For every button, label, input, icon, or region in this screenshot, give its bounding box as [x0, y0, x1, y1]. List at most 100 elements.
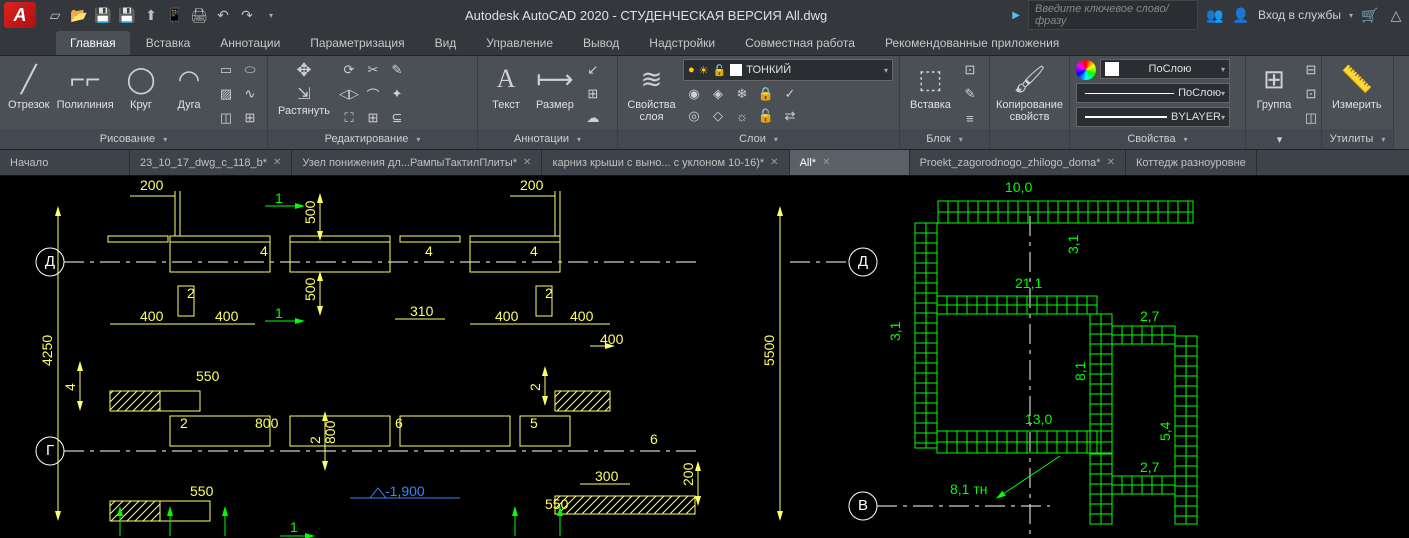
new-icon[interactable]: ▱: [46, 6, 64, 24]
tab-manage[interactable]: Управление: [472, 31, 567, 55]
close-icon[interactable]: ✕: [523, 157, 531, 168]
info-arrow-icon[interactable]: ▶: [1012, 10, 1020, 21]
match-properties-button[interactable]: 🖌Копирование свойств: [996, 59, 1063, 125]
mobile-icon[interactable]: 📱: [166, 6, 184, 24]
panel-properties-label[interactable]: Свойства: [1070, 129, 1245, 149]
app-logo[interactable]: A: [4, 2, 36, 28]
save-icon[interactable]: 💾: [94, 6, 112, 24]
close-icon[interactable]: ✕: [770, 157, 778, 168]
tab-annotations[interactable]: Аннотации: [206, 31, 294, 55]
file-tab[interactable]: Proekt_zagorodnogo_zhilogo_doma*✕: [910, 150, 1126, 175]
cart-icon[interactable]: 🛒: [1361, 6, 1379, 24]
group-edit-icon[interactable]: ⊡: [1300, 83, 1322, 105]
layer-make-current-icon[interactable]: ✓: [779, 83, 801, 105]
layer-unlock-icon[interactable]: 🔓: [755, 105, 777, 127]
tab-collaborate[interactable]: Совместная работа: [731, 31, 869, 55]
user-icon[interactable]: 👤: [1232, 6, 1250, 24]
line-button[interactable]: ╱Отрезок: [6, 59, 51, 113]
ungroup-icon[interactable]: ⊟: [1300, 59, 1322, 81]
panel-draw-label[interactable]: Рисование: [0, 129, 267, 149]
rotate-icon[interactable]: ⟳: [338, 59, 360, 81]
cloud-icon[interactable]: ☁: [582, 107, 604, 129]
undo-icon[interactable]: ↶: [214, 6, 232, 24]
edit-block-icon[interactable]: ✎: [959, 83, 981, 105]
panel-block-label[interactable]: Блок: [900, 129, 989, 149]
move-icon[interactable]: ✥: [293, 59, 315, 81]
redo-icon[interactable]: ↷: [238, 6, 256, 24]
color-combo[interactable]: ПоСлою▾: [1100, 59, 1230, 79]
file-tab[interactable]: Узел понижения дл...РампыТактилПлиты*✕: [292, 150, 542, 175]
ellipse-icon[interactable]: ⬭: [239, 59, 261, 81]
layer-off-icon[interactable]: ◉: [683, 83, 705, 105]
plot-icon[interactable]: 🖨: [190, 6, 208, 24]
qat-dropdown-icon[interactable]: ▾: [262, 6, 280, 24]
offset-icon[interactable]: ⊆: [386, 107, 408, 129]
arc-button[interactable]: ◠Дуга: [167, 59, 211, 113]
region-icon[interactable]: ◫: [215, 107, 237, 129]
close-icon[interactable]: ✕: [822, 157, 830, 168]
point-icon[interactable]: ⊞: [239, 107, 261, 129]
lineweight-combo[interactable]: BYLAYER▾: [1076, 107, 1230, 127]
panel-group-label[interactable]: ▾: [1246, 129, 1321, 149]
tab-parametrization[interactable]: Параметризация: [296, 31, 418, 55]
panel-annotation-label[interactable]: Аннотации: [478, 129, 617, 149]
layer-on-icon[interactable]: ◎: [683, 105, 705, 127]
fillet-icon[interactable]: ⌒: [362, 83, 384, 105]
spline-icon[interactable]: ∿: [239, 83, 261, 105]
explode-icon[interactable]: ✦: [386, 83, 408, 105]
layer-freeze-icon[interactable]: ❄: [731, 83, 753, 105]
scale-icon[interactable]: ⛶: [338, 107, 360, 129]
polyline-button[interactable]: ⌐⌐Полилиния: [55, 59, 115, 113]
layer-lock-icon[interactable]: 🔒: [755, 83, 777, 105]
close-icon[interactable]: ✕: [273, 157, 281, 168]
layer-combo[interactable]: ● ☀ 🔓 ТОНКИЙ ▾: [683, 59, 893, 81]
tab-output[interactable]: Вывод: [569, 31, 633, 55]
layer-thaw-icon[interactable]: ☼: [731, 105, 753, 127]
measure-button[interactable]: 📏Измерить: [1328, 59, 1386, 113]
saveas-icon[interactable]: 💾: [118, 6, 136, 24]
panel-modify-label[interactable]: Редактирование: [268, 129, 477, 149]
signin-link[interactable]: Вход в службы: [1258, 8, 1341, 22]
tab-addons[interactable]: Надстройки: [635, 31, 729, 55]
search-input[interactable]: Введите ключевое слово/фразу: [1028, 0, 1198, 30]
tab-home[interactable]: Главная: [56, 31, 130, 55]
mirror-icon[interactable]: ◁▷: [338, 83, 360, 105]
community-icon[interactable]: 👥: [1206, 6, 1224, 24]
layer-match-icon[interactable]: ⇄: [779, 105, 801, 127]
rectangle-icon[interactable]: ▭: [215, 59, 237, 81]
drawing-canvas[interactable]: 4250 200 200 1 500 Д Д 4 4 4 1 500 2 2 4…: [0, 176, 1409, 538]
file-tab-active[interactable]: All*✕: [790, 150, 910, 175]
close-icon[interactable]: ✕: [1107, 157, 1115, 168]
edit-attr-icon[interactable]: ≡: [959, 107, 981, 129]
color-wheel-icon[interactable]: [1076, 60, 1096, 80]
create-block-icon[interactable]: ⊡: [959, 59, 981, 81]
panel-utilities-label[interactable]: Утилиты: [1322, 129, 1393, 149]
layer-iso-icon[interactable]: ◈: [707, 83, 729, 105]
hatch-icon[interactable]: ▨: [215, 83, 237, 105]
open-icon[interactable]: 📂: [70, 6, 88, 24]
group-button[interactable]: ⊞Группа: [1252, 59, 1296, 113]
layer-uniso-icon[interactable]: ◇: [707, 105, 729, 127]
text-button[interactable]: AТекст: [484, 59, 528, 113]
tab-view[interactable]: Вид: [421, 31, 471, 55]
file-tab[interactable]: Коттедж разноуровне: [1126, 150, 1257, 175]
signin-dropdown-icon[interactable]: ▾: [1349, 11, 1353, 20]
stretch-button[interactable]: ⇲Растянуть: [274, 83, 334, 119]
group-select-icon[interactable]: ◫: [1300, 107, 1322, 129]
panel-layers-label[interactable]: Слои: [618, 129, 899, 149]
circle-button[interactable]: ◯Круг: [119, 59, 163, 113]
dimension-button[interactable]: ⟼Размер: [532, 59, 578, 113]
tab-featured[interactable]: Рекомендованные приложения: [871, 31, 1073, 55]
insert-button[interactable]: ⬚Вставка: [906, 59, 955, 113]
array-icon[interactable]: ⊞: [362, 107, 384, 129]
trim-icon[interactable]: ✂: [362, 59, 384, 81]
file-tab[interactable]: 23_10_17_dwg_c_118_b*✕: [130, 150, 292, 175]
erase-icon[interactable]: ✎: [386, 59, 408, 81]
leader-icon[interactable]: ↙: [582, 59, 604, 81]
cloud-save-icon[interactable]: ⬆: [142, 6, 160, 24]
linetype-combo[interactable]: ПоСлою▾: [1076, 83, 1230, 103]
layer-properties-button[interactable]: ≋Свойства слоя: [624, 59, 679, 125]
help-icon[interactable]: △: [1387, 6, 1405, 24]
table-icon[interactable]: ⊞: [582, 83, 604, 105]
file-tab[interactable]: карниз крыши с выно... с уклоном 10-16)*…: [542, 150, 789, 175]
